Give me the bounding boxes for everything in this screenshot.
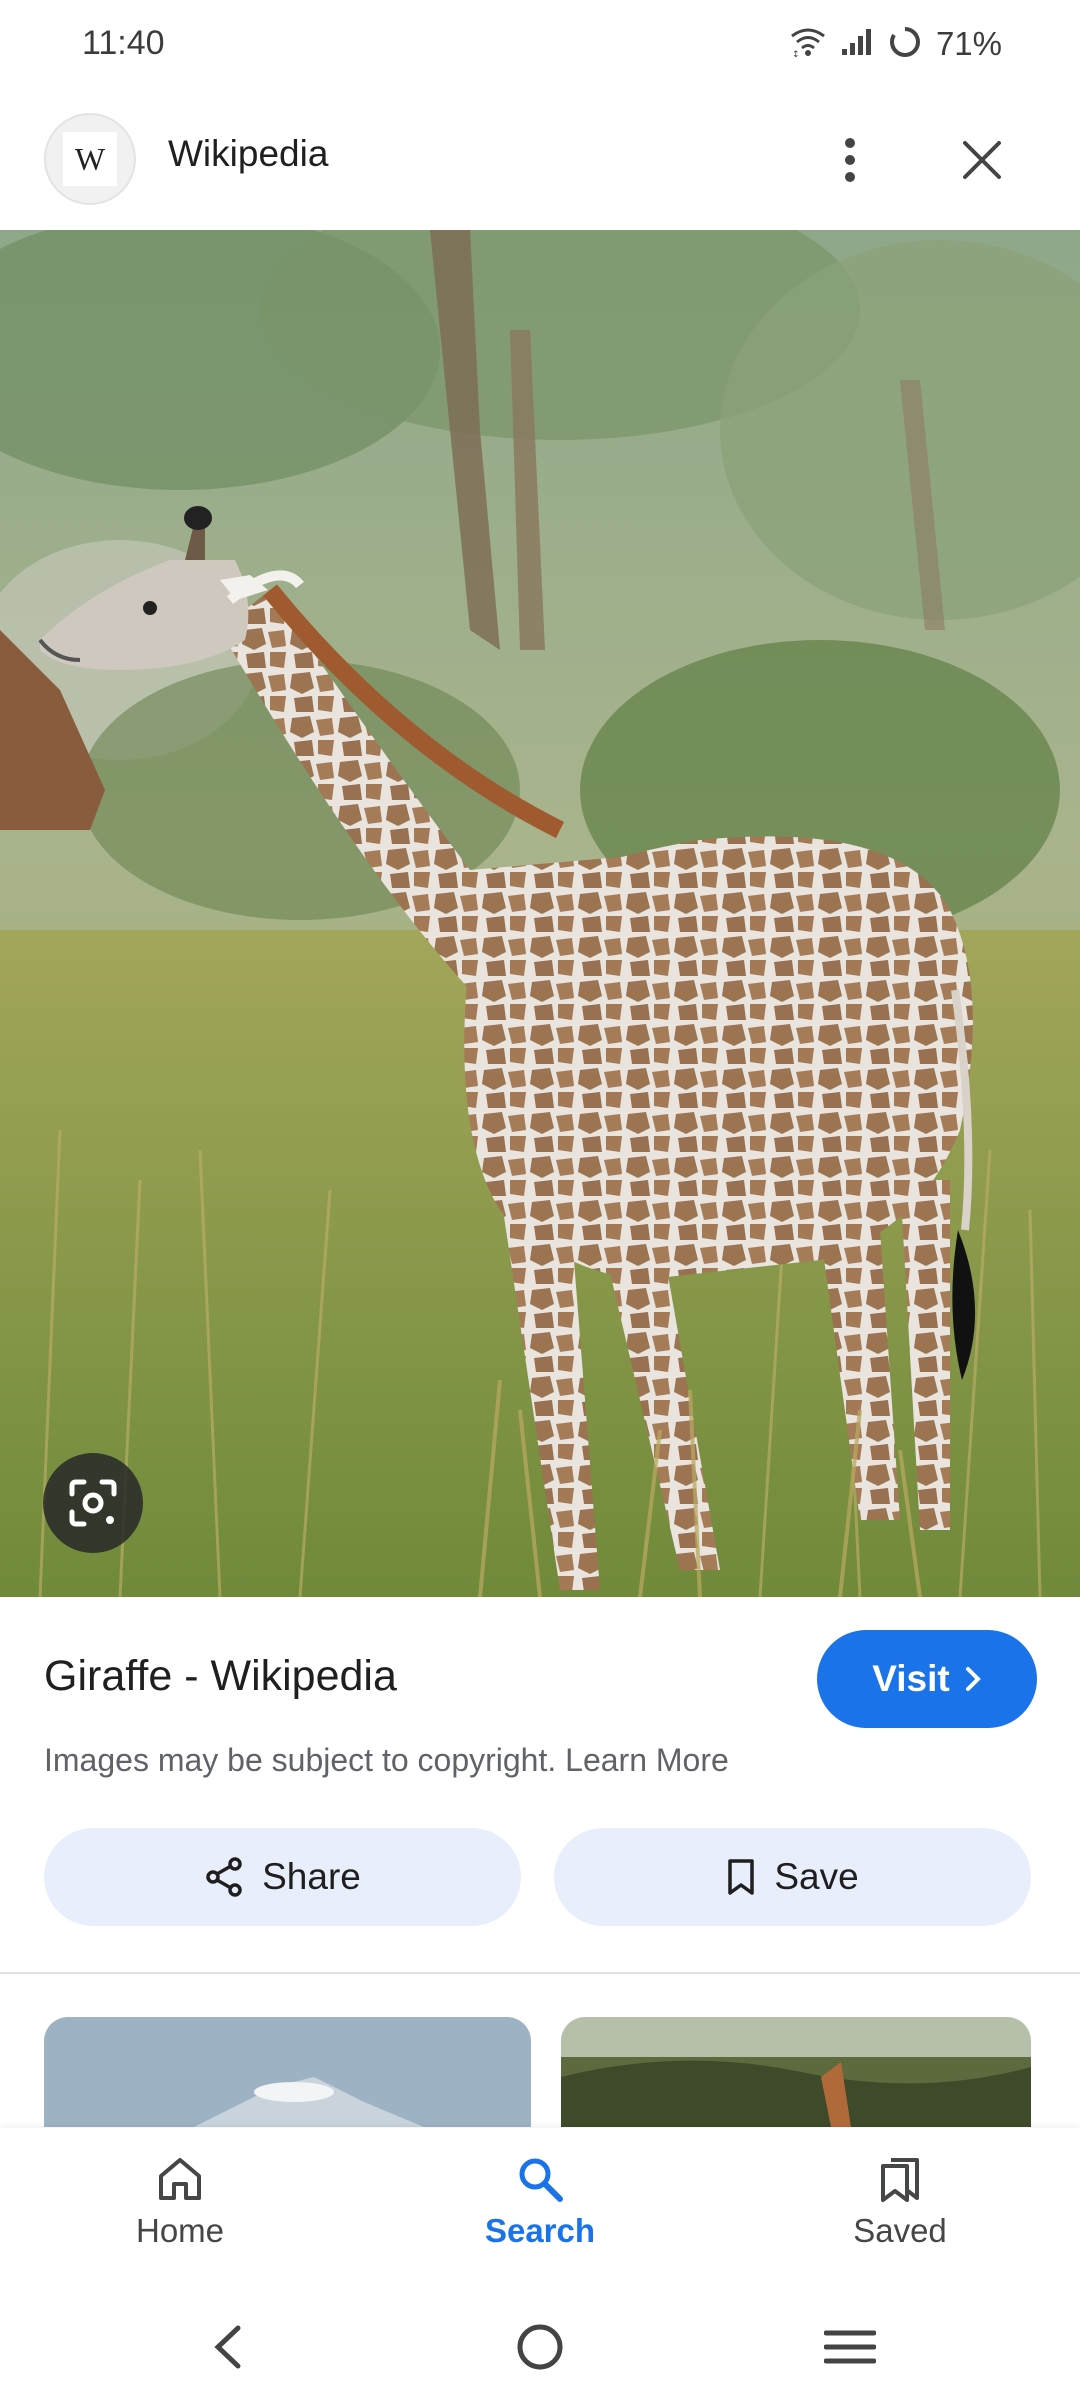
section-divider	[0, 1972, 1080, 1974]
system-back-button[interactable]	[187, 2312, 267, 2382]
svg-text:↕: ↕	[792, 50, 800, 58]
nav-saved[interactable]: Saved	[800, 2154, 1000, 2250]
nav-search[interactable]: Search	[440, 2154, 640, 2250]
mountain-thumbnail-image	[44, 2017, 531, 2127]
wikipedia-logo: W	[63, 132, 117, 186]
status-icons: ↕ 71%	[790, 22, 1002, 66]
system-recents-button[interactable]	[810, 2312, 890, 2382]
save-label: Save	[774, 1856, 859, 1897]
copyright-notice: Images may be subject to copyright. Lear…	[44, 1742, 729, 1779]
battery-ring-icon	[888, 25, 922, 64]
learn-more-link[interactable]: Learn More	[565, 1742, 729, 1778]
share-label: Share	[262, 1856, 361, 1897]
bookmark-icon	[728, 1859, 755, 1895]
giraffe-photo	[0, 230, 1080, 1597]
share-icon	[206, 1857, 242, 1897]
google-lens-button[interactable]	[43, 1453, 143, 1553]
menu-lines-icon	[824, 2330, 876, 2364]
copyright-text: Images may be subject to copyright.	[44, 1742, 557, 1778]
status-time: 11:40	[82, 24, 165, 62]
system-navigation-bar	[0, 2288, 1080, 2400]
related-image-thumbnail[interactable]	[561, 2017, 1031, 2127]
related-image-thumbnail[interactable]	[44, 2017, 531, 2127]
result-image[interactable]	[0, 230, 1080, 1597]
back-chevron-icon	[214, 2325, 241, 2369]
close-icon	[963, 141, 1001, 179]
visit-label: Visit	[872, 1658, 950, 1699]
nav-saved-label: Saved	[853, 2212, 947, 2249]
site-name[interactable]: Wikipedia	[168, 133, 328, 175]
search-icon	[519, 2158, 563, 2202]
battery-percentage: 71%	[935, 25, 1002, 62]
system-home-button[interactable]	[500, 2312, 580, 2382]
chevron-right-icon	[965, 1667, 981, 1691]
more-vert-icon	[845, 138, 855, 182]
nav-home[interactable]: Home	[80, 2154, 280, 2250]
result-header: W Wikipedia	[0, 95, 1080, 230]
saved-icon	[881, 2158, 919, 2202]
nav-search-label: Search	[484, 2212, 596, 2249]
save-button[interactable]: Save	[554, 1828, 1031, 1926]
more-options-button[interactable]	[820, 123, 880, 197]
visit-button[interactable]: Visit	[817, 1630, 1037, 1728]
signal-icon	[840, 27, 874, 62]
nav-home-label: Home	[135, 2212, 225, 2249]
share-button[interactable]: Share	[44, 1828, 521, 1926]
status-bar: 11:40 ↕ 71%	[0, 0, 1080, 90]
wifi-icon: ↕	[790, 26, 826, 63]
lens-icon	[69, 1479, 117, 1527]
close-button[interactable]	[950, 123, 1014, 197]
home-icon	[159, 2158, 201, 2200]
result-title[interactable]: Giraffe - Wikipedia	[44, 1652, 397, 1701]
giraffe-thumbnail-image	[561, 2017, 1031, 2127]
bottom-navigation: Home Search Saved	[0, 2128, 1080, 2288]
home-circle-icon	[517, 2324, 563, 2370]
site-favicon: W	[44, 113, 136, 205]
